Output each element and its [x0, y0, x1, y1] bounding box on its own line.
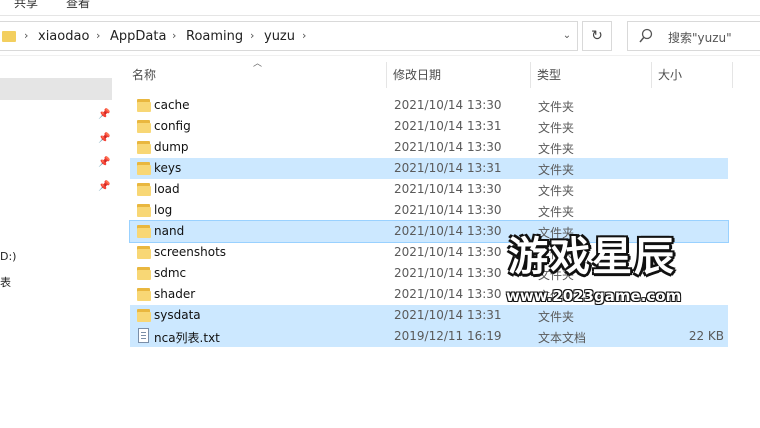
nav-item-partial[interactable]: 表	[0, 274, 11, 290]
file-name: sysdata	[154, 308, 201, 322]
file-name: cache	[154, 98, 190, 112]
file-explorer-window: 共享 查看 › xiaodao › AppData › Roaming › yu…	[0, 0, 760, 428]
folder-icon	[137, 161, 151, 175]
file-type: 文本文档	[538, 331, 587, 345]
table-row[interactable]: config 2021/10/14 13:31 文件夹	[130, 116, 728, 137]
file-name: nand	[154, 224, 185, 238]
file-name: sdmc	[154, 266, 187, 280]
pin-icon[interactable]: 📌	[98, 181, 110, 193]
file-type: 文件夹	[538, 310, 575, 324]
file-type: 文件夹	[538, 100, 575, 114]
nav-item-drive-d[interactable]: D:)	[0, 250, 16, 263]
folder-icon	[137, 308, 151, 322]
file-name: nca列表.txt	[154, 331, 220, 345]
folder-icon	[137, 98, 151, 112]
breadcrumb-item-xiaodao[interactable]: xiaodao	[38, 29, 89, 44]
address-bar[interactable]: › xiaodao › AppData › Roaming › yuzu ›	[0, 21, 578, 51]
file-name: keys	[154, 161, 182, 175]
breadcrumb-item-yuzu[interactable]: yuzu	[264, 29, 295, 44]
table-row[interactable]: keys 2021/10/14 13:31 文件夹	[130, 158, 728, 179]
folder-icon	[137, 266, 151, 280]
text-file-icon	[138, 328, 149, 343]
table-row[interactable]: cache 2021/10/14 13:30 文件夹	[130, 95, 728, 116]
chevron-right-icon[interactable]: ›	[96, 29, 100, 42]
file-name: dump	[154, 140, 189, 154]
file-type: 文件夹	[538, 121, 575, 135]
search-input[interactable]: 搜索"yuzu"	[627, 21, 760, 51]
file-date: 2021/10/14 13:31	[394, 161, 502, 175]
file-date: 2021/10/14 13:30	[394, 140, 502, 154]
breadcrumb-item-roaming[interactable]: Roaming	[186, 29, 243, 44]
folder-icon	[137, 182, 151, 196]
file-name: log	[154, 203, 173, 217]
pin-icon[interactable]: 📌	[98, 133, 110, 145]
refresh-icon: ↻	[591, 28, 603, 44]
file-date: 2019/12/11 16:19	[394, 329, 502, 343]
watermark-title: 游戏星辰	[508, 234, 676, 280]
table-row[interactable]: dump 2021/10/14 13:30 文件夹	[130, 137, 728, 158]
file-size: 22 KB	[688, 329, 724, 343]
chevron-right-icon[interactable]: ›	[172, 29, 176, 42]
address-dropdown-button[interactable]: ⌄	[556, 21, 578, 51]
folder-icon	[137, 287, 151, 301]
file-type: 文件夹	[538, 205, 575, 219]
file-date: 2021/10/14 13:31	[394, 119, 502, 133]
folder-icon	[137, 203, 151, 217]
ribbon-tab-share[interactable]: 共享	[14, 0, 38, 11]
table-row[interactable]: log 2021/10/14 13:30 文件夹	[130, 200, 728, 221]
column-divider[interactable]	[651, 62, 652, 88]
chevron-right-icon[interactable]: ›	[302, 29, 306, 42]
search-placeholder: 搜索"yuzu"	[668, 31, 732, 45]
folder-icon	[2, 31, 16, 42]
file-type: 文件夹	[538, 184, 575, 198]
column-headers: 名称 修改日期 类型 大小	[128, 62, 760, 88]
refresh-button[interactable]: ↻	[582, 21, 612, 51]
search-icon	[639, 28, 653, 43]
chevron-right-icon[interactable]: ›	[24, 29, 28, 42]
column-divider[interactable]	[386, 62, 387, 88]
ribbon: 共享 查看	[0, 0, 760, 16]
file-date: 2021/10/14 13:30	[394, 224, 502, 238]
folder-icon	[137, 140, 151, 154]
column-header-date[interactable]: 修改日期	[389, 62, 529, 88]
watermark-url: www.2023game.com	[506, 287, 682, 305]
ribbon-tab-view[interactable]: 查看	[66, 0, 90, 11]
column-header-name[interactable]: 名称	[128, 62, 386, 88]
column-divider[interactable]	[530, 62, 531, 88]
folder-icon	[137, 224, 151, 238]
folder-icon	[137, 119, 151, 133]
file-type: 文件夹	[538, 163, 575, 177]
file-name: shader	[154, 287, 196, 301]
breadcrumb-item-appdata[interactable]: AppData	[110, 29, 166, 44]
file-type: 文件夹	[538, 142, 575, 156]
file-date: 2021/10/14 13:30	[394, 245, 502, 259]
table-row[interactable]: sysdata 2021/10/14 13:31 文件夹	[130, 305, 728, 326]
nav-item-selected[interactable]	[0, 78, 112, 100]
pin-icon[interactable]: 📌	[98, 157, 110, 169]
table-row[interactable]: load 2021/10/14 13:30 文件夹	[130, 179, 728, 200]
file-name: load	[154, 182, 180, 196]
file-name: config	[154, 119, 191, 133]
address-row: › xiaodao › AppData › Roaming › yuzu › ⌄…	[0, 16, 760, 56]
navigation-pane: 📌 📌 📌 📌 D:) 表	[0, 57, 120, 428]
pin-icon[interactable]: 📌	[98, 109, 110, 121]
file-date: 2021/10/14 13:31	[394, 308, 502, 322]
table-row[interactable]: nca列表.txt 2019/12/11 16:19 文本文档 22 KB	[130, 326, 728, 347]
chevron-right-icon[interactable]: ›	[250, 29, 254, 42]
file-date: 2021/10/14 13:30	[394, 266, 502, 280]
column-header-size[interactable]: 大小	[654, 62, 732, 88]
folder-icon	[137, 245, 151, 259]
file-date: 2021/10/14 13:30	[394, 287, 502, 301]
file-date: 2021/10/14 13:30	[394, 203, 502, 217]
file-date: 2021/10/14 13:30	[394, 182, 502, 196]
column-header-type[interactable]: 类型	[533, 62, 651, 88]
column-divider[interactable]	[732, 62, 733, 88]
file-name: screenshots	[154, 245, 227, 259]
file-date: 2021/10/14 13:30	[394, 98, 502, 112]
